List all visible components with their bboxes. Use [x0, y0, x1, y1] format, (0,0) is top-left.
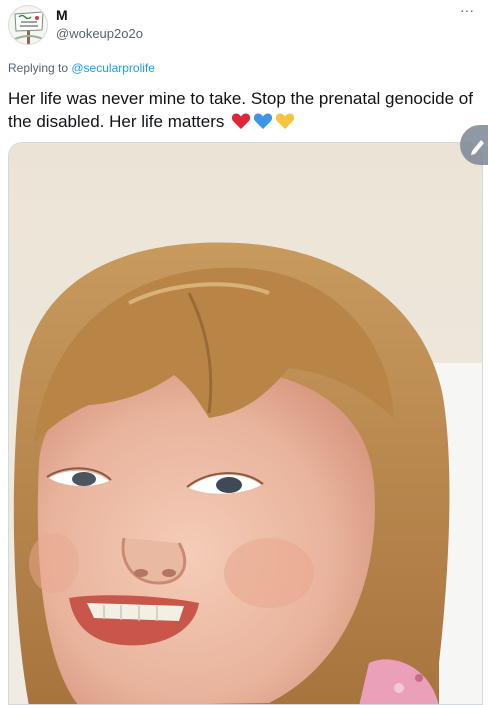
- author-handle[interactable]: @wokeup2o2o: [56, 26, 143, 41]
- display-name[interactable]: M: [56, 7, 68, 23]
- smiling-child-photo: [9, 143, 482, 704]
- replying-to: Replying to @secularprolife: [8, 61, 155, 75]
- tweet-text: Her life was never mine to take. Stop th…: [8, 87, 478, 133]
- tweet-photo[interactable]: [8, 142, 483, 705]
- blue-heart-icon: [254, 113, 273, 129]
- name-row: M: [56, 7, 68, 25]
- avatar[interactable]: [8, 5, 48, 45]
- edit-pencil-icon[interactable]: [458, 125, 488, 165]
- tweet: M @wokeup2o2o ··· Replying to @secularpr…: [0, 0, 488, 705]
- red-heart-icon: [232, 113, 251, 129]
- reply-to-handle-link[interactable]: @secularprolife: [71, 61, 155, 75]
- protest-sign-avatar-icon: [9, 6, 47, 44]
- yellow-heart-icon: [276, 113, 295, 129]
- replying-to-prefix: Replying to: [8, 61, 72, 75]
- more-options-icon[interactable]: ···: [460, 2, 474, 18]
